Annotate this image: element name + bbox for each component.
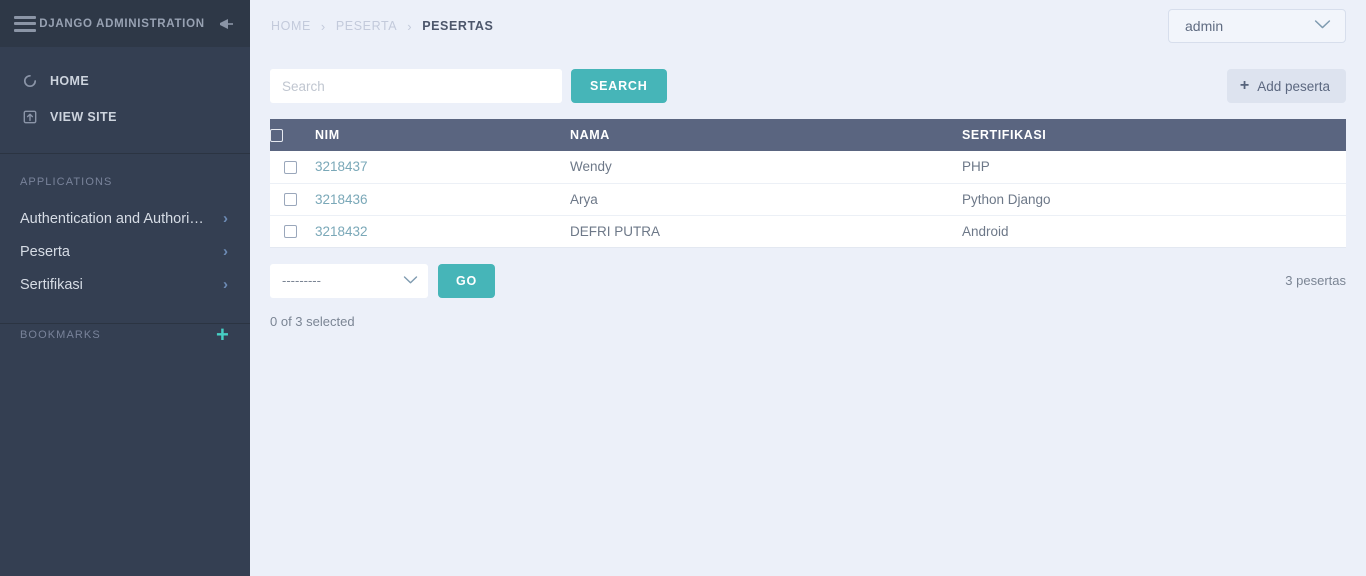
search-button[interactable]: SEARCH	[571, 69, 667, 103]
add-peserta-button[interactable]: + Add peserta	[1226, 69, 1346, 103]
action-select-wrap: ---------	[270, 263, 428, 298]
sidebar-item-label: Peserta	[20, 243, 70, 260]
column-header-nama[interactable]: NAMA	[570, 119, 962, 151]
row-select-cell	[270, 215, 315, 248]
result-counter: 3 pesertas	[1285, 272, 1346, 288]
cell-sertifikasi: Python Django	[962, 183, 1346, 216]
add-peserta-label: Add peserta	[1257, 78, 1330, 94]
table-row: 3218436 Arya Python Django	[270, 183, 1346, 216]
topbar: HOME › PESERTA › PESERTAS admin	[250, 0, 1366, 52]
cell-sertifikasi: PHP	[962, 151, 1346, 184]
chevron-right-icon: ›	[223, 276, 228, 293]
breadcrumb-item-current: PESERTAS	[422, 19, 494, 33]
cell-nim: 3218437	[315, 151, 570, 184]
bookmarks-section: BOOKMARKS +	[0, 324, 250, 346]
brand-title: DJANGO ADMINISTRATION	[39, 17, 205, 30]
table-row: 3218432 DEFRI PUTRA Android	[270, 215, 1346, 248]
row-link-nim[interactable]: 3218437	[315, 159, 368, 174]
search-form: SEARCH	[270, 69, 667, 103]
cell-nim: 3218432	[315, 215, 570, 248]
hamburger-icon[interactable]	[14, 15, 36, 32]
table-row: 3218437 Wendy PHP	[270, 151, 1346, 184]
row-link-nim[interactable]: 3218432	[315, 224, 368, 239]
row-link-nim[interactable]: 3218436	[315, 192, 368, 207]
checkbox-row-icon[interactable]	[284, 225, 297, 239]
user-menu[interactable]: admin	[1168, 9, 1346, 43]
sidebar-nav: HOME VIEW SITE	[0, 47, 250, 147]
cell-sertifikasi: Android	[962, 215, 1346, 248]
add-bookmark-plus-icon[interactable]: +	[216, 324, 230, 346]
select-all-header	[270, 119, 315, 151]
column-header-nim[interactable]: NIM	[315, 119, 570, 151]
main-area: HOME › PESERTA › PESERTAS admin SEAR	[250, 0, 1366, 576]
user-menu-label: admin	[1185, 18, 1224, 34]
external-link-icon	[20, 107, 40, 127]
sidebar-header: DJANGO ADMINISTRATION	[0, 0, 250, 47]
cell-nama: Arya	[570, 183, 962, 216]
results-table: NIM NAMA SERTIFIKASI 3218437 Wendy PHP 3…	[270, 119, 1346, 248]
checkbox-row-icon[interactable]	[284, 193, 297, 207]
chevron-right-icon: ›	[223, 210, 228, 227]
table-header-row: NIM NAMA SERTIFIKASI	[270, 119, 1346, 151]
breadcrumb-separator-icon: ›	[407, 18, 413, 34]
sidebar-item-home[interactable]: HOME	[0, 63, 250, 99]
cell-nama: DEFRI PUTRA	[570, 215, 962, 248]
breadcrumb-separator-icon: ›	[320, 18, 326, 34]
admin-page: DJANGO ADMINISTRATION HOME VIEW SITE APP…	[0, 0, 1366, 576]
sidebar-item-peserta[interactable]: Peserta ›	[0, 235, 250, 268]
column-header-sertifikasi[interactable]: SERTIFIKASI	[962, 119, 1346, 151]
plus-icon: +	[1239, 77, 1250, 94]
sidebar-item-authentication-and-authorization[interactable]: Authentication and Authoriz… ›	[0, 202, 250, 235]
cell-nim: 3218436	[315, 183, 570, 216]
breadcrumb: HOME › PESERTA › PESERTAS	[270, 19, 493, 34]
go-button[interactable]: GO	[438, 263, 496, 298]
sidebar-item-label: Authentication and Authoriz…	[20, 210, 210, 227]
table-head: NIM NAMA SERTIFIKASI	[270, 119, 1346, 151]
chevron-right-icon: ›	[223, 243, 228, 260]
checkbox-row-icon[interactable]	[284, 161, 297, 175]
sidebar-item-view-site[interactable]: VIEW SITE	[0, 99, 250, 135]
sidebar-item-label: HOME	[50, 74, 90, 88]
table-body: 3218437 Wendy PHP 3218436 Arya Python Dj…	[270, 151, 1346, 248]
row-select-cell	[270, 151, 315, 184]
action-select[interactable]: ---------	[270, 263, 428, 298]
breadcrumb-item-home[interactable]: HOME	[271, 19, 311, 33]
chevron-down-icon	[1314, 17, 1331, 35]
checkbox-select-all-icon[interactable]	[270, 129, 283, 143]
search-input[interactable]	[270, 69, 562, 103]
toolbar: SEARCH + Add peserta	[270, 52, 1346, 103]
bookmarks-section-title: BOOKMARKS	[20, 329, 101, 341]
home-circle-icon	[20, 71, 40, 91]
results-table-card: NIM NAMA SERTIFIKASI 3218437 Wendy PHP 3…	[270, 119, 1346, 248]
applications-section-title: APPLICATIONS	[20, 176, 113, 188]
row-select-cell	[270, 183, 315, 216]
sidebar-item-label: VIEW SITE	[50, 110, 117, 124]
sidebar-item-label: Sertifikasi	[20, 276, 83, 293]
actions-row: --------- GO 3 pesertas	[270, 263, 1346, 298]
breadcrumb-item-peserta[interactable]: PESERTA	[336, 19, 397, 33]
sidebar-item-sertifikasi[interactable]: Sertifikasi ›	[0, 268, 250, 301]
pin-icon[interactable]	[214, 13, 236, 35]
selection-status: 0 of 3 selected	[270, 313, 355, 329]
content: SEARCH + Add peserta NIM NAMA	[250, 52, 1366, 329]
sidebar: DJANGO ADMINISTRATION HOME VIEW SITE APP…	[0, 0, 250, 576]
cell-nama: Wendy	[570, 151, 962, 184]
